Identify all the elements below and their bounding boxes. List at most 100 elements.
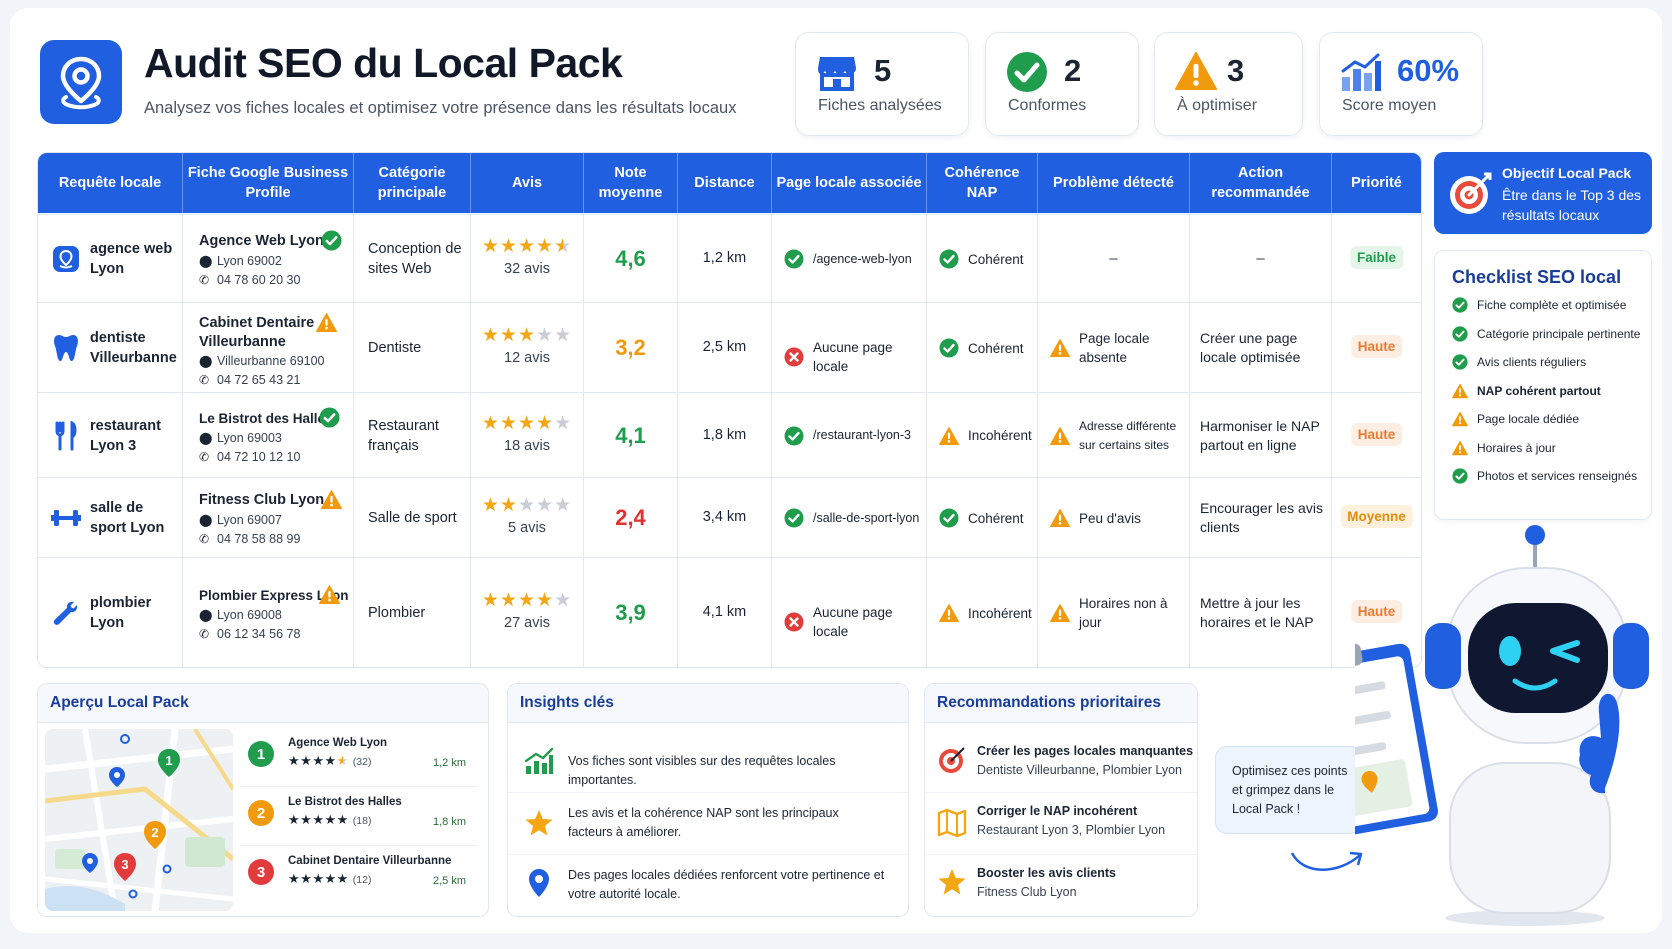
average-rating: 3,2 <box>615 335 646 360</box>
business-city: Lyon 69008 <box>217 608 282 622</box>
recommendation-item[interactable]: Créer les pages locales manquantes Denti… <box>925 732 1197 793</box>
column-header[interactable]: Cohérence NAP <box>927 153 1038 213</box>
recommendation-item[interactable]: Booster les avis clients Fitness Club Ly… <box>925 854 1197 914</box>
goal-text: Être dans le Top 3 des résultats locaux <box>1502 187 1642 223</box>
table-row[interactable]: dentiste Villeurbanne Cabinet Dentaire Vi… <box>38 302 1421 393</box>
recommendation-title: Créer les pages locales manquantes <box>977 744 1194 758</box>
dashboard: Audit SEO du Local Pack Analysez vos fic… <box>10 8 1662 933</box>
column-header[interactable]: Distance <box>678 153 772 213</box>
local-page-text: Aucune page locale <box>813 340 893 374</box>
table-cell: ★★★★★ 18 avis <box>471 393 584 478</box>
warning-icon <box>316 313 337 332</box>
recommendation-item[interactable]: Corriger le NAP incohérent Restaurant Ly… <box>925 792 1197 855</box>
table-cell: /restaurant-lyon-3 <box>772 393 927 478</box>
rating-stars: ★★★★★ <box>481 495 573 516</box>
recommendation-sub: Restaurant Lyon 3, Plombier Lyon <box>977 823 1166 837</box>
table-cell: ★★★★★ 5 avis <box>471 478 584 558</box>
reviews-count: 12 avis <box>504 350 550 366</box>
rank-badge: 1 <box>248 741 274 767</box>
business-phone: 04 78 60 20 30 <box>217 273 301 287</box>
table-cell: 2,5 km <box>678 303 772 393</box>
business-city: Lyon 69007 <box>217 513 282 527</box>
business-city: Lyon 69003 <box>217 430 282 445</box>
svg-text:1: 1 <box>165 753 172 768</box>
column-header[interactable]: Avis <box>471 153 584 213</box>
kpi-value: 2 <box>1064 53 1082 88</box>
map-pin-icon <box>529 869 549 897</box>
column-header[interactable]: Action recommandée <box>1190 153 1332 213</box>
check-circle-icon <box>1452 297 1468 313</box>
query-text: dentiste Villeurbanne <box>90 330 177 366</box>
kpi-value: 3 <box>1227 53 1245 88</box>
kpi-label: Fiches analysées <box>818 97 942 114</box>
checklist-label: Fiche complète et optimisée <box>1477 298 1627 312</box>
column-header[interactable]: Priorité <box>1332 153 1421 213</box>
check-circle-icon <box>784 508 804 528</box>
local-pack-result[interactable]: 2 Le Bistrot des Halles ★★★★★ (18) 1,8 km <box>240 788 478 846</box>
rating-stars: ★★★★★ (32) <box>288 753 372 768</box>
kpi-label: À optimiser <box>1177 97 1258 114</box>
table-cell: Fitness Club Lyon ⬤ Lyon 69007 ✆ 04 78 58 88… <box>183 478 354 558</box>
table-cell: Haute <box>1332 303 1421 393</box>
local-page-text[interactable]: /restaurant-lyon-3 <box>813 426 911 445</box>
average-rating: 4,1 <box>615 422 646 448</box>
insight-item: Des pages locales dédiées renforcent vot… <box>508 854 908 914</box>
seo-checklist: Checklist SEO local Fiche complète et op… <box>1434 250 1652 520</box>
priority-badge: Faible <box>1349 246 1404 269</box>
location-pin-icon: ⬤ <box>199 608 213 622</box>
business-name[interactable]: Cabinet Dentaire Villeurbanne <box>199 314 319 352</box>
action-text: Créer une page locale optimisée <box>1200 330 1301 365</box>
table-cell: dentiste Villeurbanne <box>38 303 183 393</box>
table-cell: Faible <box>1332 215 1421 303</box>
table-cell: Plombier <box>354 558 471 667</box>
table-row[interactable]: salle de sport Lyon Fitness Club Lyon ⬤ Lyo… <box>38 477 1421 558</box>
map-preview[interactable]: 1 2 3 <box>45 729 233 911</box>
column-header[interactable]: Fiche Google Business Profile <box>183 153 354 213</box>
checklist-label: Page locale dédiée <box>1477 412 1580 426</box>
column-header[interactable]: Requête locale <box>38 153 183 213</box>
column-header[interactable]: Page locale associée <box>772 153 927 213</box>
check-circle-icon <box>784 426 804 445</box>
local-page-text[interactable]: /agence-web-lyon <box>813 250 912 269</box>
phone-icon: ✆ <box>199 373 210 387</box>
location-pin-icon: ⬤ <box>199 513 213 527</box>
error-circle-icon <box>784 612 804 632</box>
target-icon <box>939 747 965 773</box>
column-header[interactable]: Note moyenne <box>584 153 678 213</box>
business-phone: 04 72 65 43 21 <box>217 373 301 387</box>
column-header[interactable]: Problème détecté <box>1038 153 1190 213</box>
table-cell: Cohérent <box>927 215 1038 303</box>
location-pin-icon: ⬤ <box>199 354 213 368</box>
column-header[interactable]: Catégorie principale <box>354 153 471 213</box>
table-cell: Créer une page locale optimisée <box>1190 303 1332 393</box>
warning-icon <box>1050 339 1070 357</box>
table-row[interactable]: restaurant Lyon 3 Le Bistrot des Halles ⬤ L… <box>38 392 1421 478</box>
checklist-item: Horaires à jour <box>1452 440 1556 456</box>
rating-stars: ★★★★★ <box>481 236 573 257</box>
star-icon <box>525 810 553 836</box>
kpi-card-analysed: 5 Fiches analysées <box>795 32 969 136</box>
checklist-item: Catégorie principale pertinente <box>1452 325 1640 342</box>
table-cell: 3,9 <box>584 558 678 667</box>
cutlery-icon <box>50 420 82 452</box>
rank-badge: 3 <box>248 859 274 885</box>
wrench-icon <box>50 597 82 629</box>
table-cell: Le Bistrot des Halles ⬤ Lyon 69003 ✆ 04 72 1… <box>183 393 354 478</box>
table-row[interactable]: agence web Lyon Agence Web Lyon ⬤ Lyon 6900… <box>38 214 1421 303</box>
table-header: Requête locale Fiche Google Business Pro… <box>38 153 1421 213</box>
warning-icon <box>939 426 959 445</box>
local-pack-result[interactable]: 3 Cabinet Dentaire Villeurbanne ★★★★★ (12) 2… <box>240 847 478 904</box>
local-pack-preview-card: Aperçu Local Pack 1 2 3 1 Agence Web Lyo… <box>37 683 489 917</box>
table-cell: Salle de sport <box>354 478 471 558</box>
table-cell: Cabinet Dentaire Villeurbanne ⬤ Villeurban… <box>183 303 354 393</box>
local-pack-result[interactable]: 1 Agence Web Lyon ★★★★★ (32) 1,2 km <box>240 729 478 787</box>
table-cell: 3,4 km <box>678 478 772 558</box>
table-row[interactable]: plombier Lyon Plombier Express Lyon ⬤ Lyon … <box>38 557 1421 667</box>
location-pin-icon: ⬤ <box>199 254 213 268</box>
checklist-title: Checklist SEO local <box>1452 267 1622 287</box>
local-page-text[interactable]: /salle-de-sport-lyon <box>813 509 919 528</box>
table-cell: Peu d'avis <box>1038 478 1190 558</box>
category-text: Salle de sport <box>368 510 457 526</box>
table-cell: Page locale absente <box>1038 303 1190 393</box>
check-circle-icon <box>784 249 804 269</box>
